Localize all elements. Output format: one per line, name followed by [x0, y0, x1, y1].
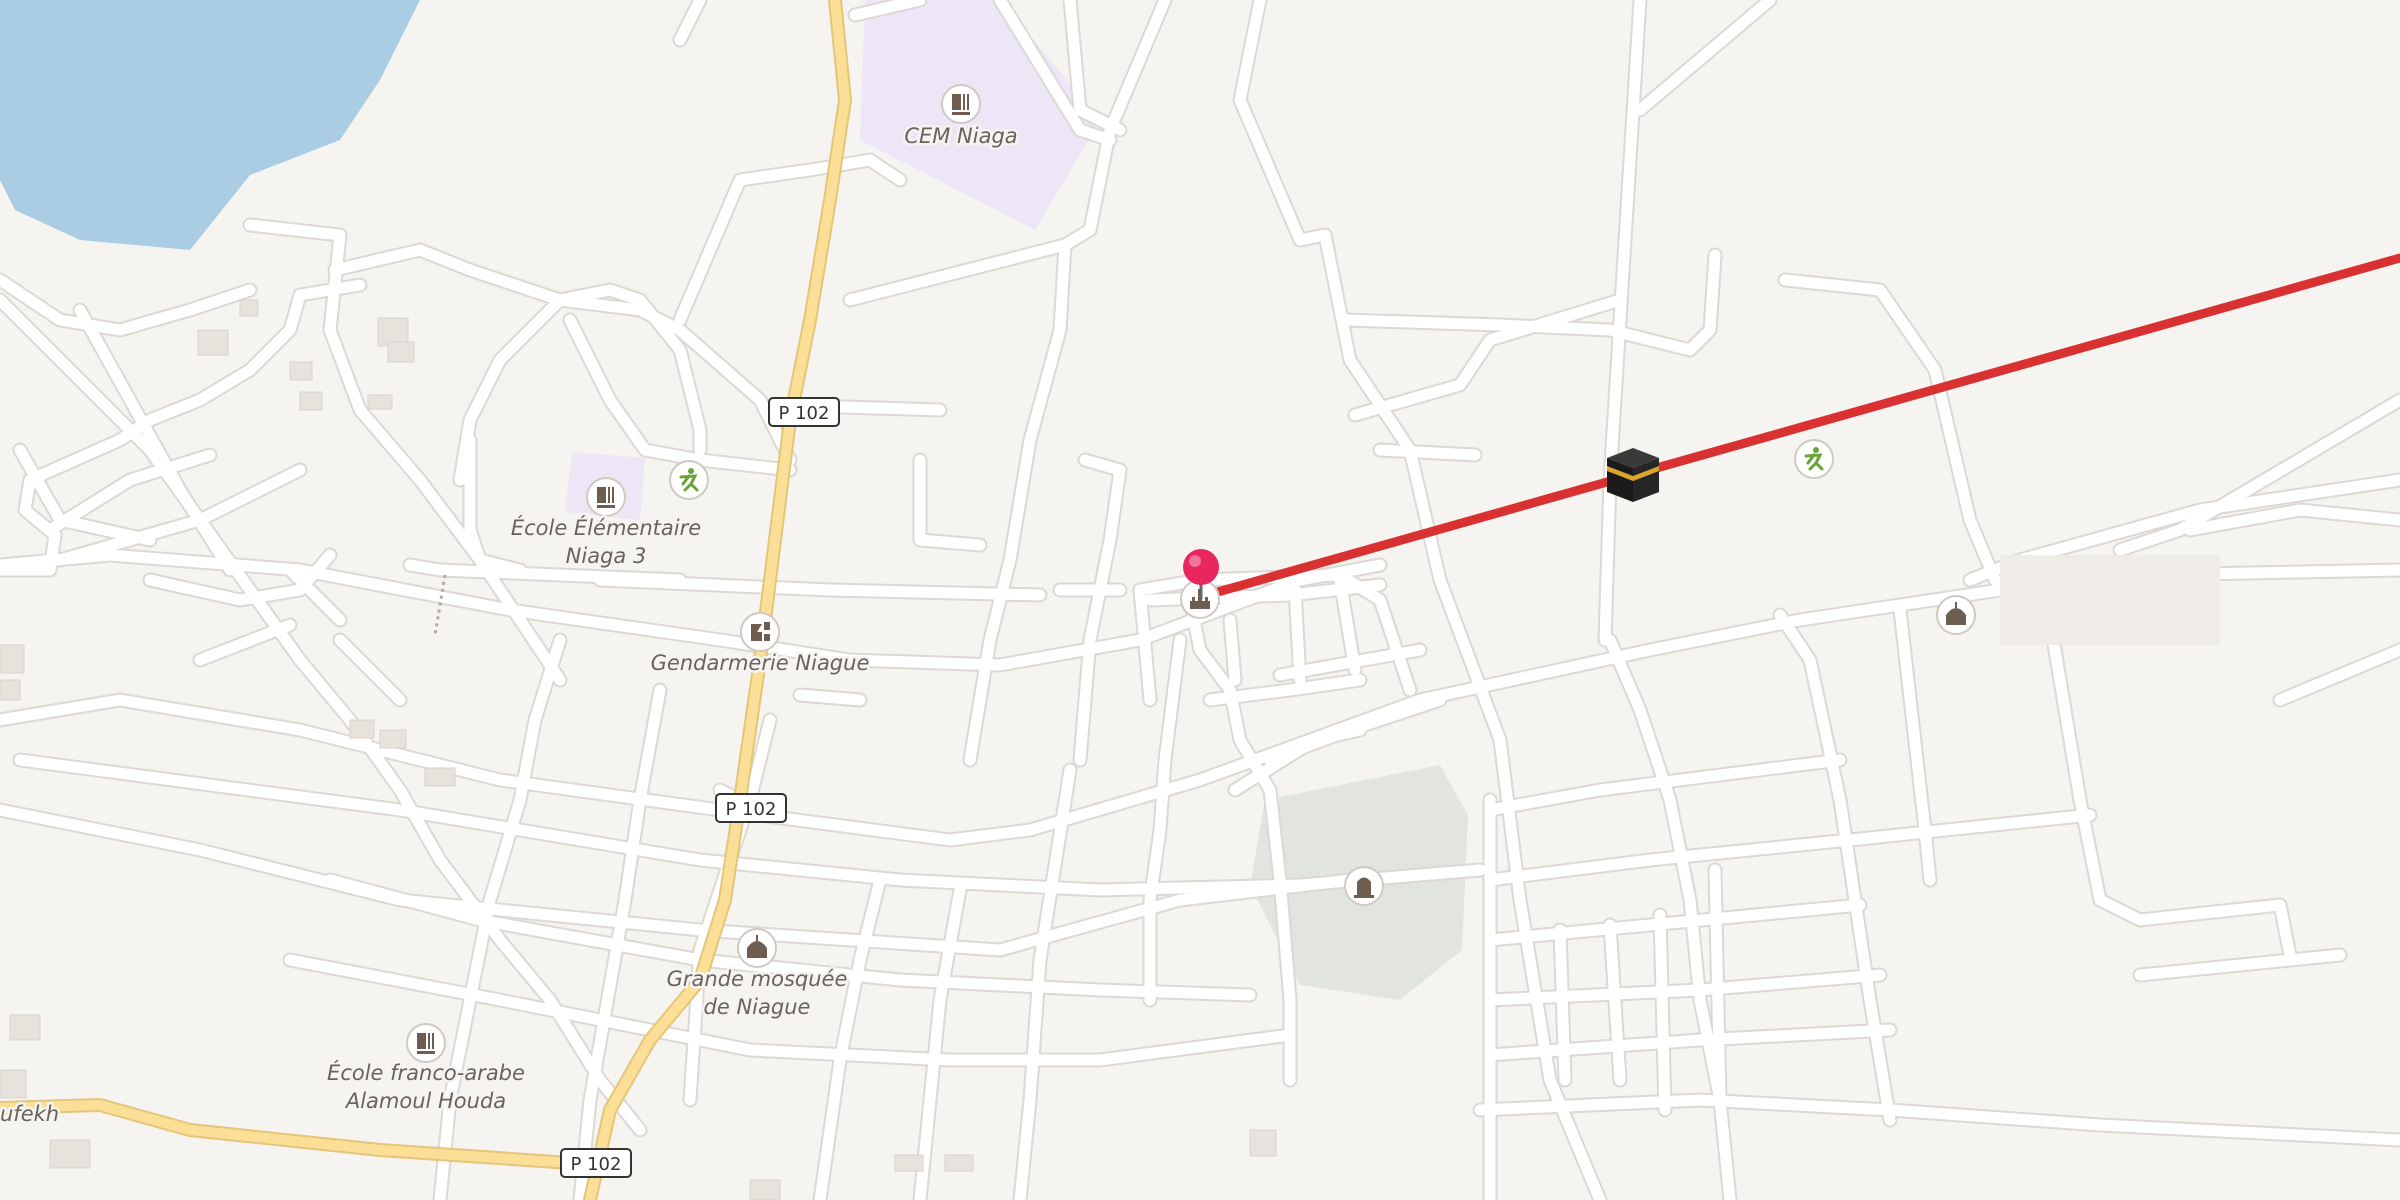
place-label-line2: Alamoul Houda	[344, 1089, 506, 1113]
poi-ecole-franco-arabe-alamoul-houda[interactable]: École franco-arabe Alamoul Houda	[325, 1023, 527, 1116]
poi-ecole-elementaire-niaga-3[interactable]: École Élémentaire Niaga 3	[508, 477, 704, 571]
map-canvas[interactable]: P 102 P 102 P 102 CEM Niaga École Élémen…	[0, 0, 2400, 1200]
place-label: Grande mosquée	[667, 967, 848, 991]
poi-gendarmerie-niague[interactable]: Gendarmerie Niague	[648, 612, 872, 678]
footpath	[433, 574, 447, 636]
place-label-edge: ufekh	[0, 1102, 59, 1126]
sports-icon[interactable]	[1794, 439, 1834, 479]
road-shield: P 102	[715, 793, 787, 823]
cemetery-icon[interactable]	[1344, 866, 1384, 906]
water-area	[0, 0, 420, 250]
place-label: École franco-arabe	[327, 1060, 525, 1085]
place-label-line2: de Niague	[704, 995, 811, 1019]
place-label-line2: Niaga 3	[566, 544, 647, 568]
school-icon	[941, 84, 981, 124]
route-line	[1195, 253, 2400, 602]
mosque-icon	[737, 928, 777, 968]
road-shield-label: P 102	[571, 1154, 622, 1175]
place-label: Gendarmerie Niague	[651, 651, 870, 675]
road-shield: P 102	[768, 397, 840, 427]
police-icon	[740, 612, 780, 652]
mosque-icon[interactable]	[1936, 595, 1976, 635]
road-shield-label: P 102	[779, 403, 830, 424]
place-label: École Élémentaire	[511, 515, 701, 540]
school-icon	[586, 477, 626, 517]
school-icon	[406, 1023, 446, 1063]
road-shield-label: P 102	[726, 799, 777, 820]
place-label: CEM Niaga	[904, 124, 1017, 148]
kaaba-icon[interactable]	[1607, 448, 1659, 502]
sports-icon[interactable]	[669, 460, 709, 500]
road-shield: P 102	[560, 1148, 632, 1178]
